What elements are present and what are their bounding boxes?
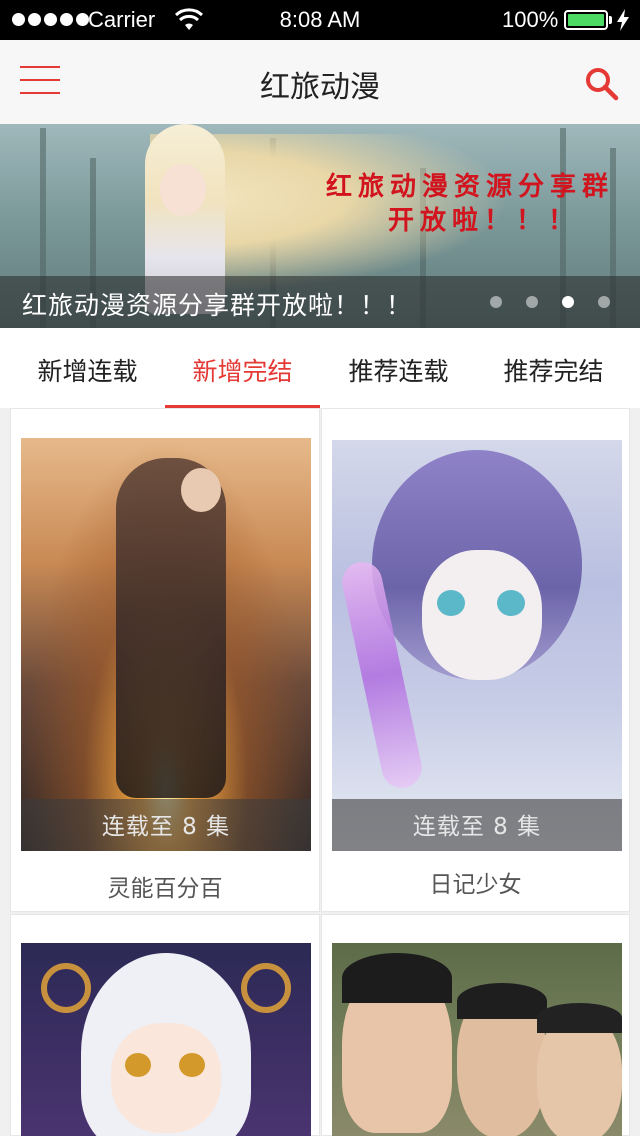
battery-icon	[564, 10, 608, 30]
anime-card[interactable]: 连载至 8 集 灵能百分百	[10, 408, 320, 912]
battery-percent: 100%	[502, 7, 559, 32]
episode-progress: 连载至 8 集	[412, 814, 542, 840]
anime-cover-image[interactable]: 连载至 8 集	[332, 440, 622, 851]
tab-new-completed[interactable]: 新增完结	[165, 352, 320, 388]
anime-card[interactable]	[321, 914, 630, 1136]
banner-caption: 红旅动漫资源分享群开放啦！！！	[22, 291, 413, 320]
carousel-dot[interactable]	[598, 296, 610, 308]
episode-progress: 连载至 8 集	[101, 814, 231, 840]
anime-title[interactable]: 日记少女	[322, 865, 629, 899]
carousel-dot[interactable]	[526, 296, 538, 308]
status-bar: Carrier 8:08 AM 100%	[0, 0, 640, 40]
tab-recommended-completed[interactable]: 推荐完结	[476, 352, 631, 388]
carousel-dot-active[interactable]	[562, 296, 574, 308]
tab-new-serializing[interactable]: 新增连载	[10, 352, 165, 388]
battery-tip	[609, 16, 612, 24]
anime-cover-image[interactable]: 连载至 8 集	[21, 438, 311, 851]
anime-cover-image[interactable]	[21, 943, 311, 1136]
anime-title[interactable]: 灵能百分百	[11, 869, 319, 903]
banner-promo-line2: 开放啦！！！	[388, 206, 581, 236]
anime-cover-image[interactable]	[332, 943, 622, 1136]
charging-bolt-icon	[617, 9, 629, 31]
banner-character-face	[160, 164, 206, 216]
carousel-dot[interactable]	[490, 296, 502, 308]
carousel-page-indicator[interactable]	[490, 296, 610, 308]
search-icon[interactable]	[584, 66, 620, 102]
page-title: 红旅动漫	[260, 70, 380, 105]
anime-card[interactable]	[10, 914, 320, 1136]
anime-card[interactable]: 连载至 8 集 日记少女	[321, 408, 630, 912]
tab-recommended-serializing[interactable]: 推荐连载	[321, 352, 476, 388]
banner-promo-line1: 红旅动漫资源分享群	[326, 172, 615, 202]
